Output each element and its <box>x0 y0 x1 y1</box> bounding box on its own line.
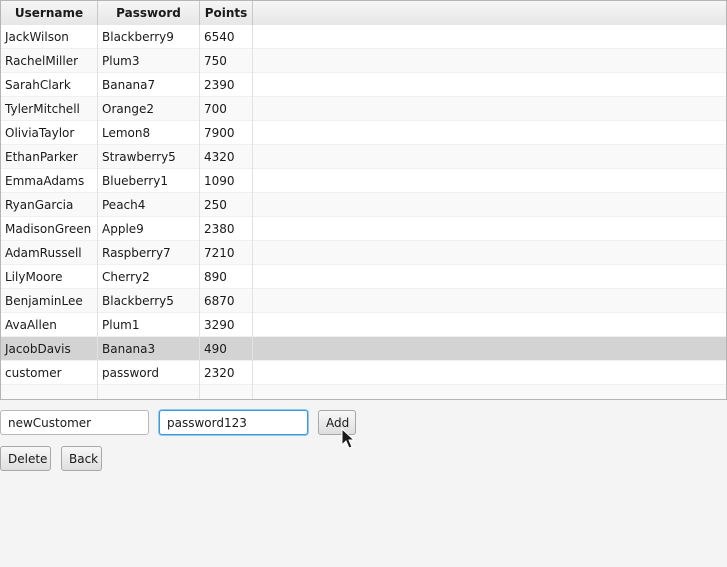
cell-points: 2380 <box>200 217 253 241</box>
table-row[interactable]: MadisonGreen Apple9 2380 <box>1 217 726 241</box>
cell-password <box>98 385 200 399</box>
cell-password: Blackberry5 <box>98 289 200 313</box>
cell-points: 890 <box>200 265 253 289</box>
table-row[interactable]: BenjaminLee Blackberry5 6870 <box>1 289 726 313</box>
password-input[interactable] <box>159 410 308 435</box>
username-input[interactable] <box>0 410 149 435</box>
table-row[interactable]: AvaAllen Plum1 3290 <box>1 313 726 337</box>
cell-points: 6870 <box>200 289 253 313</box>
cell-password: Plum3 <box>98 49 200 73</box>
cell-password: Banana3 <box>98 337 200 361</box>
cell-points: 700 <box>200 97 253 121</box>
cell-password: Cherry2 <box>98 265 200 289</box>
column-header-password[interactable]: Password <box>98 1 200 25</box>
cell-password: Apple9 <box>98 217 200 241</box>
cell-username: TylerMitchell <box>1 97 98 121</box>
cell-password: Blackberry9 <box>98 25 200 49</box>
add-button[interactable]: Add <box>318 410 356 435</box>
cell-points: 7210 <box>200 241 253 265</box>
cell-password: Strawberry5 <box>98 145 200 169</box>
table-header: Username Password Points <box>1 1 726 26</box>
cell-username: JackWilson <box>1 25 98 49</box>
cell-points: 2320 <box>200 361 253 385</box>
cell-points <box>200 385 253 399</box>
cell-password: Lemon8 <box>98 121 200 145</box>
cell-points: 7900 <box>200 121 253 145</box>
cell-points: 750 <box>200 49 253 73</box>
table-row[interactable]: RachelMiller Plum3 750 <box>1 49 726 73</box>
cell-points: 3290 <box>200 313 253 337</box>
cell-password: Blueberry1 <box>98 169 200 193</box>
table-row[interactable]: RyanGarcia Peach4 250 <box>1 193 726 217</box>
table-row[interactable]: TylerMitchell Orange2 700 <box>1 97 726 121</box>
customer-table[interactable]: Username Password Points JackWilson Black… <box>0 0 727 400</box>
table-row[interactable]: JackWilson Blackberry9 6540 <box>1 25 726 49</box>
cell-password: Orange2 <box>98 97 200 121</box>
table-row[interactable]: EthanParker Strawberry5 4320 <box>1 145 726 169</box>
column-header-points[interactable]: Points <box>200 1 253 25</box>
table-row[interactable]: SarahClark Banana7 2390 <box>1 73 726 97</box>
table-row[interactable]: EmmaAdams Blueberry1 1090 <box>1 169 726 193</box>
table-row[interactable]: OliviaTaylor Lemon8 7900 <box>1 121 726 145</box>
cell-password: Banana7 <box>98 73 200 97</box>
table-body: JackWilson Blackberry9 6540 RachelMiller Plu… <box>1 25 726 399</box>
cell-password: Raspberry7 <box>98 241 200 265</box>
cell-username: OliviaTaylor <box>1 121 98 145</box>
cell-points: 490 <box>200 337 253 361</box>
cell-username: SarahClark <box>1 73 98 97</box>
cell-points: 4320 <box>200 145 253 169</box>
back-button[interactable]: Back <box>61 446 102 471</box>
cell-points: 1090 <box>200 169 253 193</box>
column-header-username[interactable]: Username <box>1 1 98 25</box>
delete-button[interactable]: Delete <box>0 446 51 471</box>
table-row[interactable]: JacobDavis Banana3 490 <box>1 337 726 361</box>
app-window: Username Password Points JackWilson Black… <box>0 0 727 567</box>
cell-username: customer <box>1 361 98 385</box>
table-row[interactable]: customer password 2320 <box>1 361 726 385</box>
cell-username: EmmaAdams <box>1 169 98 193</box>
cell-username: LilyMoore <box>1 265 98 289</box>
cell-username: BenjaminLee <box>1 289 98 313</box>
table-row[interactable]: LilyMoore Cherry2 890 <box>1 265 726 289</box>
cell-points: 2390 <box>200 73 253 97</box>
cell-username: RachelMiller <box>1 49 98 73</box>
cell-username: JacobDavis <box>1 337 98 361</box>
cell-password: password <box>98 361 200 385</box>
cell-username: MadisonGreen <box>1 217 98 241</box>
cell-username: RyanGarcia <box>1 193 98 217</box>
cell-username: AvaAllen <box>1 313 98 337</box>
table-row[interactable] <box>1 385 726 399</box>
cell-username: AdamRussell <box>1 241 98 265</box>
cell-username <box>1 385 98 399</box>
table-row[interactable]: AdamRussell Raspberry7 7210 <box>1 241 726 265</box>
cell-password: Plum1 <box>98 313 200 337</box>
cell-points: 250 <box>200 193 253 217</box>
cell-password: Peach4 <box>98 193 200 217</box>
cell-username: EthanParker <box>1 145 98 169</box>
cell-points: 6540 <box>200 25 253 49</box>
